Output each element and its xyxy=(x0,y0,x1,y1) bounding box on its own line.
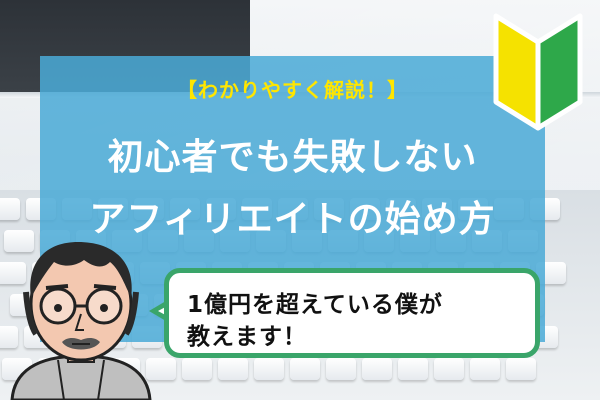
beginner-mark-yellow xyxy=(493,13,541,131)
eye-left xyxy=(54,304,62,312)
key xyxy=(0,198,20,220)
speech-bubble: 1億円を超えている僕が 教えます！ xyxy=(164,268,540,358)
key xyxy=(506,358,536,380)
beginner-mark-green xyxy=(535,13,583,131)
key xyxy=(254,358,284,380)
key xyxy=(182,358,212,380)
key xyxy=(326,358,356,380)
key xyxy=(398,358,428,380)
key xyxy=(290,358,320,380)
key xyxy=(470,358,500,380)
subtitle: 【わかりやすく解説！】 xyxy=(177,78,408,102)
key xyxy=(362,358,392,380)
eye-right xyxy=(100,304,108,312)
speech-line-2: 教えます！ xyxy=(187,324,307,350)
speech-line-1: 1億円を超えている僕が xyxy=(187,292,443,318)
beginner-mark-icon xyxy=(493,13,583,131)
key xyxy=(218,358,248,380)
man-with-glasses-avatar xyxy=(10,242,152,400)
title-line-1: 初心者でも失敗しない xyxy=(107,137,478,178)
key xyxy=(434,358,464,380)
